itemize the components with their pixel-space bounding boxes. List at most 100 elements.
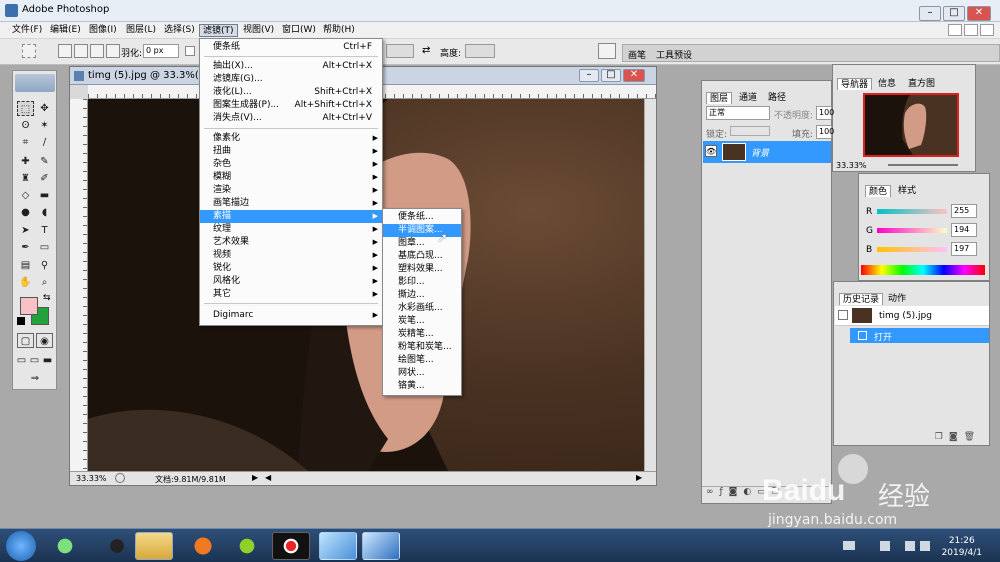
b-input[interactable]: 197 bbox=[951, 242, 977, 256]
marquee-preset-icon[interactable] bbox=[22, 44, 36, 58]
tab-history[interactable]: 历史记录 bbox=[839, 293, 884, 305]
intersect-selection-icon[interactable] bbox=[106, 44, 120, 58]
menu-item-artistic[interactable]: 艺术效果 ▶ bbox=[200, 236, 382, 249]
layer-style-icon[interactable]: ƒ bbox=[720, 487, 729, 497]
menu-file[interactable]: 文件(F) bbox=[9, 24, 45, 37]
tab-brushes[interactable]: 画笔 bbox=[628, 48, 646, 61]
navigator-preview[interactable] bbox=[863, 93, 959, 157]
submenu-item-reticulation[interactable]: 网状... bbox=[383, 367, 461, 380]
magic-wand-icon[interactable]: ✶ bbox=[36, 118, 53, 133]
tab-swatches-style[interactable]: 样式 bbox=[895, 185, 919, 197]
screen-mode-full-icon[interactable]: ▬ bbox=[41, 353, 54, 368]
g-slider[interactable] bbox=[877, 228, 947, 233]
menu-item-other[interactable]: 其它 ▶ bbox=[200, 288, 382, 301]
menubar-restore-icon[interactable] bbox=[964, 24, 978, 36]
tab-color[interactable]: 颜色 bbox=[865, 185, 892, 197]
foreground-color-swatch[interactable] bbox=[20, 297, 38, 315]
marquee-tool-icon[interactable]: ⬚ bbox=[17, 101, 34, 116]
standard-mode-icon[interactable]: ▢ bbox=[17, 333, 34, 348]
menu-item-sharpen[interactable]: 锐化 ▶ bbox=[200, 262, 382, 275]
submenu-item-torn-edges[interactable]: 撕边... bbox=[383, 289, 461, 302]
submenu-item-stamp[interactable]: 图章... bbox=[383, 237, 461, 250]
layer-row-background[interactable]: 👁 背景 bbox=[703, 141, 831, 163]
hscroll-left-arrow-icon[interactable]: ◀ bbox=[265, 473, 271, 482]
slice-tool-icon[interactable]: ∕ bbox=[36, 135, 53, 150]
submenu-item-plaster[interactable]: 塑料效果... bbox=[383, 263, 461, 276]
shape-tool-icon[interactable]: ▭ bbox=[36, 240, 53, 255]
menubar-min-icon[interactable] bbox=[948, 24, 962, 36]
b-slider[interactable] bbox=[877, 247, 947, 252]
taskbar-clock[interactable]: 21:26 2019/4/1 bbox=[942, 535, 982, 559]
lasso-tool-icon[interactable]: ʘ bbox=[17, 118, 34, 133]
menu-item-noise[interactable]: 杂色 ▶ bbox=[200, 158, 382, 171]
close-button[interactable]: ✕ bbox=[967, 6, 991, 21]
history-snapshot-row[interactable]: timg (5).jpg bbox=[835, 306, 989, 326]
submenu-item-conte-crayon[interactable]: 炭精笔... bbox=[383, 328, 461, 341]
menu-item-digimarc[interactable]: Digimarc ▶ bbox=[200, 309, 382, 322]
taskbar-app-icon[interactable] bbox=[319, 532, 357, 560]
menu-item-blur[interactable]: 模糊 ▶ bbox=[200, 171, 382, 184]
trash-icon[interactable]: 🗑 bbox=[964, 432, 981, 442]
link-layers-icon[interactable]: ∞ bbox=[706, 487, 720, 497]
submenu-item-chrome[interactable]: 铬黄... bbox=[383, 380, 461, 393]
minimize-button[interactable]: – bbox=[919, 6, 941, 21]
tray-network-icon[interactable] bbox=[880, 541, 890, 551]
eyedropper-icon[interactable]: ⚲ bbox=[36, 258, 53, 273]
menu-item-sketch[interactable]: 素描 ▶ bbox=[200, 210, 382, 223]
menu-item-last-filter[interactable]: 便条纸 Ctrl+F bbox=[200, 41, 382, 54]
taskbar-360-browser-icon[interactable] bbox=[46, 532, 84, 560]
layer-mask-icon[interactable]: ◙ bbox=[729, 487, 744, 497]
submenu-item-photocopy[interactable]: 影印... bbox=[383, 276, 461, 289]
menu-item-distort[interactable]: 扭曲 ▶ bbox=[200, 145, 382, 158]
menu-item-render[interactable]: 渲染 ▶ bbox=[200, 184, 382, 197]
status-menu-arrow-icon[interactable]: ▶ bbox=[252, 473, 258, 482]
submenu-item-charcoal[interactable]: 炭笔... bbox=[383, 315, 461, 328]
menu-item-texture[interactable]: 纹理 ▶ bbox=[200, 223, 382, 236]
tab-navigator[interactable]: 导航器 bbox=[837, 78, 873, 90]
submenu-item-graphic-pen[interactable]: 绘图笔... bbox=[383, 354, 461, 367]
hand-tool-icon[interactable]: ✋ bbox=[17, 275, 34, 290]
zoom-tool-icon[interactable]: ⌕ bbox=[36, 275, 53, 290]
swap-icon[interactable]: ⇄ bbox=[422, 45, 430, 56]
blur-tool-icon[interactable]: ● bbox=[17, 205, 34, 220]
taskbar-photoshop-icon[interactable] bbox=[362, 532, 400, 560]
healing-brush-icon[interactable]: ✚ bbox=[17, 154, 34, 169]
width-input[interactable] bbox=[386, 44, 414, 58]
pen-tool-icon[interactable]: ✒ bbox=[17, 240, 34, 255]
lock-icons[interactable] bbox=[730, 126, 770, 136]
menu-help[interactable]: 帮助(H) bbox=[320, 24, 358, 37]
fill-input[interactable]: 100 bbox=[816, 125, 834, 139]
type-tool-icon[interactable]: T bbox=[36, 223, 53, 238]
tab-actions[interactable]: 动作 bbox=[885, 293, 909, 305]
menubar-close-icon[interactable] bbox=[980, 24, 994, 36]
move-tool-icon[interactable]: ✥ bbox=[36, 101, 53, 116]
default-colors-icon[interactable] bbox=[17, 317, 25, 325]
quick-mask-icon[interactable]: ◉ bbox=[36, 333, 53, 348]
menu-view[interactable]: 视图(V) bbox=[240, 24, 277, 37]
g-input[interactable]: 194 bbox=[951, 223, 977, 237]
submenu-item-note-paper[interactable]: 便条纸... bbox=[383, 211, 461, 224]
dodge-tool-icon[interactable]: ◖ bbox=[36, 205, 53, 220]
start-button-icon[interactable] bbox=[6, 531, 36, 561]
taskbar-firefox-icon[interactable] bbox=[184, 532, 222, 560]
menu-item-vanishing-point[interactable]: 消失点(V)... Alt+Ctrl+V bbox=[200, 112, 382, 125]
doc-close-button[interactable]: ✕ bbox=[623, 69, 645, 82]
vertical-scrollbar[interactable] bbox=[644, 99, 656, 471]
menu-item-pattern-maker[interactable]: 图案生成器(P)... Alt+Shift+Ctrl+X bbox=[200, 99, 382, 112]
submenu-item-water-paper[interactable]: 水彩画纸... bbox=[383, 302, 461, 315]
eye-icon[interactable]: 👁 bbox=[705, 145, 717, 157]
taskbar-qq-icon[interactable] bbox=[98, 532, 136, 560]
tab-channels[interactable]: 通道 bbox=[736, 92, 760, 104]
menu-item-video[interactable]: 视频 ▶ bbox=[200, 249, 382, 262]
new-document-icon[interactable]: ❐ bbox=[935, 432, 949, 442]
doc-maximize-button[interactable]: □ bbox=[601, 69, 621, 82]
taskbar-recorder-icon[interactable] bbox=[272, 532, 310, 560]
jump-to-imageready-icon[interactable]: ⇒ bbox=[17, 371, 53, 386]
tray-flag-icon[interactable] bbox=[920, 541, 930, 551]
crop-tool-icon[interactable]: ⌗ bbox=[17, 135, 34, 150]
menu-select[interactable]: 选择(S) bbox=[161, 24, 198, 37]
menu-layer[interactable]: 图层(L) bbox=[123, 24, 159, 37]
hscroll-right-arrow-icon[interactable]: ▶ bbox=[636, 473, 642, 482]
menu-image[interactable]: 图像(I) bbox=[86, 24, 120, 37]
stamp-tool-icon[interactable]: ♜ bbox=[17, 171, 34, 186]
